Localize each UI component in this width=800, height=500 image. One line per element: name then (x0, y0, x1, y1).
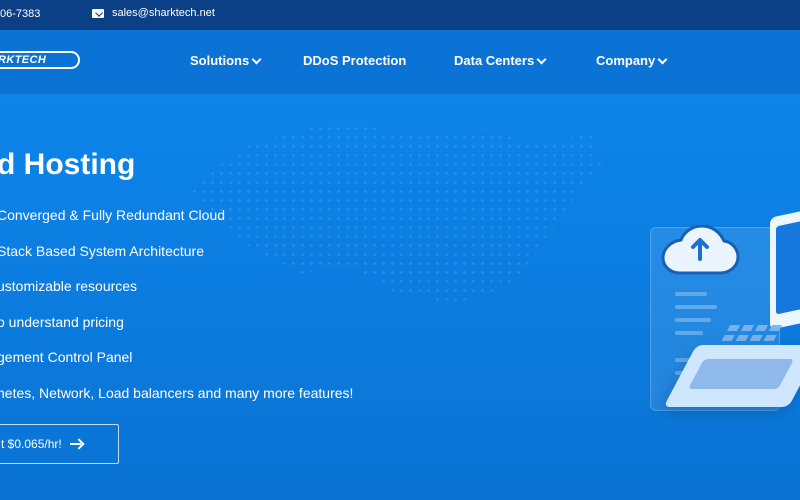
email-address[interactable]: sales@sharktech.net (112, 7, 215, 19)
feature-item: gement Control Panel (0, 349, 133, 365)
nav-solutions-label: Solutions (190, 53, 250, 68)
hero-headline: d Hosting (0, 148, 136, 181)
feature-item: Converged & Fully Redundant Cloud (0, 207, 226, 223)
phone-number[interactable]: 06-7383 (0, 8, 40, 20)
feature-item: ustomizable resources (0, 278, 138, 294)
nav-data-centers-label: Data Centers (454, 53, 535, 68)
cloud-upload-icon (661, 225, 740, 275)
laptop-screen (770, 208, 800, 330)
site-logo[interactable]: RKTECH (0, 51, 80, 69)
pricing-cta-button[interactable]: t $0.065/hr! (0, 424, 119, 464)
nav-data-centers[interactable]: Data Centers (454, 53, 547, 68)
cloud-laptop-illustration (640, 205, 800, 411)
nav-solutions[interactable]: Solutions (190, 53, 262, 68)
arrow-right-icon (69, 439, 84, 449)
mail-icon (92, 8, 104, 18)
nav-ddos-protection[interactable]: DDoS Protection (303, 53, 406, 68)
logo-text: RKTECH (0, 54, 47, 66)
feature-item: o understand pricing (0, 314, 124, 330)
feature-item: netes, Network, Load balancers and many … (0, 385, 354, 401)
top-contact-bar: 06-7383 sales@sharktech.net (0, 0, 800, 30)
feature-item: Stack Based System Architecture (0, 243, 204, 259)
main-navigation: RKTECH Solutions DDoS Protection Data Ce… (0, 30, 800, 95)
chevron-down-icon (251, 54, 262, 64)
nav-company[interactable]: Company (596, 53, 668, 68)
nav-company-label: Company (596, 53, 656, 68)
chevron-down-icon (536, 54, 547, 64)
email-contact[interactable]: sales@sharktech.net (92, 7, 215, 19)
nav-ddos-protection-label: DDoS Protection (303, 53, 407, 68)
chevron-down-icon (657, 54, 668, 64)
pricing-cta-label: t $0.065/hr! (1, 437, 62, 451)
